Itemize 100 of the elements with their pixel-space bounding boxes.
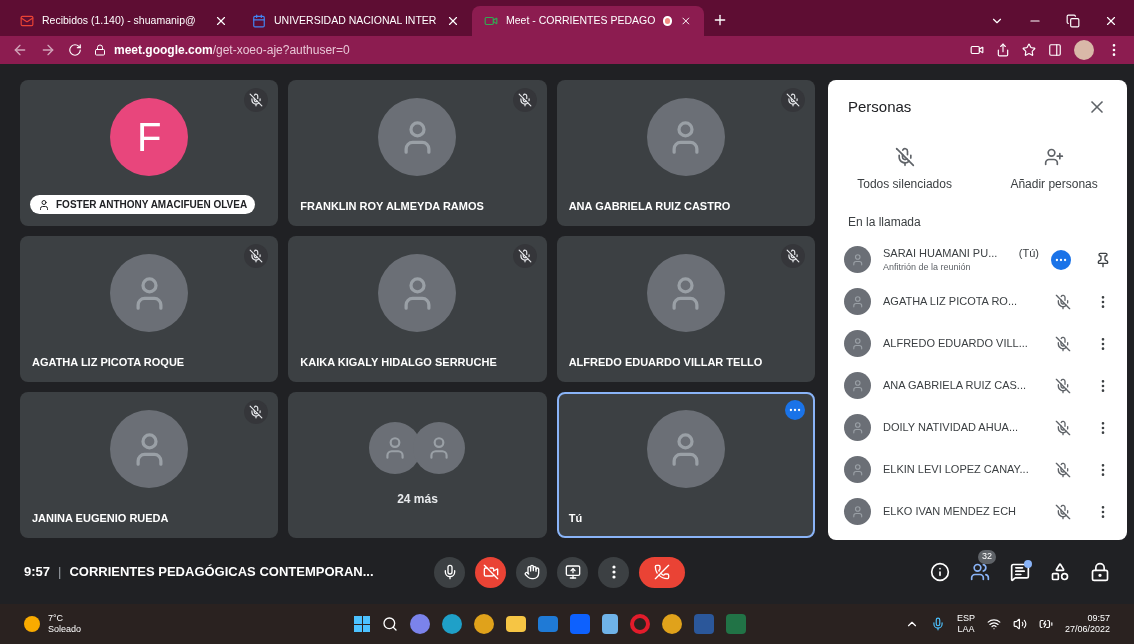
temperature: 7°C (48, 612, 65, 624)
participant-tile[interactable]: 24 más (288, 392, 547, 538)
participant-tile[interactable]: AGATHA LIZ PICOTA ROQUE (20, 236, 279, 382)
participant-name: AGATHA LIZ PICOTA ROQUE (32, 354, 185, 370)
clock-time: 09:57 (1087, 612, 1110, 624)
participant-tile[interactable]: F FOSTER ANTHONY AMACIFUEN OLVEA (20, 80, 279, 226)
weather-label: Soleado (48, 624, 82, 636)
meeting-time: 9:57 (24, 563, 51, 582)
forward-icon[interactable] (40, 42, 56, 58)
url-text: meet.google.com/get-xoeo-aje?authuser=0 (114, 42, 350, 59)
participant-row[interactable]: SARAI HUAMANI PU... (Tú) Anfitrión de la reunión (828, 238, 1127, 281)
camera-button[interactable] (475, 556, 506, 588)
add-people-button[interactable]: Añadir personas (1010, 146, 1098, 193)
participant-name: ALFREDO EDUARDO VILL... (883, 336, 1028, 352)
more-options-button[interactable] (785, 400, 805, 420)
video-icon (484, 14, 498, 28)
new-tab-icon[interactable] (712, 12, 728, 28)
avatar-photo-placeholder (844, 246, 871, 273)
participant-name: ANA GABRIELA RUIZ CAS... (883, 378, 1027, 394)
lock-icon (94, 44, 106, 56)
mail-app-icon[interactable] (538, 616, 558, 632)
tab-title: Meet - CORRIENTES PEDAGO (506, 13, 656, 29)
close-icon[interactable] (446, 14, 460, 28)
browser-app-icon[interactable] (474, 614, 494, 634)
folder-icon[interactable] (506, 616, 526, 632)
clock-date: 27/06/2022 (1064, 624, 1110, 636)
wifi-icon[interactable] (986, 617, 1001, 631)
participant-tile[interactable]: KAIKA KIGALY HIDALGO SERRUCHE (288, 236, 547, 382)
participant-row[interactable]: ELKIN LEVI LOPEZ CANAY... (828, 448, 1127, 491)
participant-row[interactable]: ALFREDO EDUARDO VILL... (828, 322, 1127, 365)
avatar-photo-placeholder (844, 414, 871, 441)
browser-tab[interactable]: Meet - CORRIENTES PEDAGO (472, 6, 704, 36)
participant-name: ALFREDO EDUARDO VILLAR TELLO (568, 354, 763, 370)
close-icon[interactable] (214, 14, 228, 28)
present-screen-button[interactable] (557, 556, 588, 588)
back-icon[interactable] (12, 42, 28, 58)
section-label: En la llamada (847, 213, 922, 231)
participant-tile[interactable]: Tú (556, 392, 815, 538)
battery-icon[interactable] (1038, 617, 1053, 631)
microphone-button[interactable] (434, 556, 465, 588)
participant-row[interactable]: ANA GABRIELA RUIZ CAS... (828, 364, 1127, 407)
ring-app-icon[interactable] (630, 614, 650, 634)
hand-icon (523, 564, 540, 580)
participant-name: ELKIN LEVI LOPEZ CANAY... (883, 462, 1029, 478)
info-icon[interactable] (930, 562, 950, 582)
people-icon[interactable] (970, 562, 990, 582)
browser-tab[interactable]: UNIVERSIDAD NACIONAL INTER (240, 6, 472, 36)
search-icon[interactable] (382, 616, 398, 632)
meeting-title: CORRIENTES PEDAGÓGICAS CONTEMPORAN... (69, 563, 374, 582)
host-controls-icon[interactable] (1090, 562, 1110, 582)
mail-icon (20, 14, 34, 28)
mic-icon[interactable] (930, 617, 945, 631)
share-icon[interactable] (996, 43, 1010, 57)
more-options-button[interactable] (598, 556, 629, 588)
side-panel-icon[interactable] (1048, 43, 1062, 57)
camera-icon[interactable] (970, 43, 984, 57)
participant-name: KAIKA KIGALY HIDALGO SERRUCHE (300, 354, 497, 370)
url-field[interactable]: meet.google.com/get-xoeo-aje?authuser=0 (94, 41, 958, 59)
mute-all-button[interactable]: Todos silenciados (857, 146, 952, 193)
participant-row[interactable]: ELKO IVAN MENDEZ ECH (828, 490, 1127, 533)
close-icon[interactable] (680, 14, 692, 28)
participant-name: ANA GABRIELA RUIZ CASTRO (568, 198, 731, 214)
notepad-icon[interactable] (602, 614, 618, 634)
chat-icon[interactable] (1010, 562, 1030, 582)
participant-row[interactable]: DOILY NATIVIDAD AHUA... (828, 406, 1127, 449)
raise-hand-button[interactable] (516, 556, 547, 588)
bookmark-star-icon[interactable] (1022, 43, 1036, 57)
activities-icon[interactable] (1050, 562, 1070, 582)
more-options-button[interactable] (1051, 249, 1071, 270)
tab-title: UNIVERSIDAD NACIONAL INTER (274, 13, 438, 29)
participant-name: FOSTER ANTHONY AMACIFUEN OLVEA (56, 198, 248, 212)
browser-app-icon[interactable] (442, 614, 462, 634)
browser-app-icon[interactable] (662, 614, 682, 634)
tab-title: Recibidos (1.140) - shuamanip@ (42, 13, 197, 29)
avatar-photo-placeholder (844, 498, 871, 525)
pin-icon[interactable] (1095, 251, 1111, 268)
browser-tab[interactable]: Recibidos (1.140) - shuamanip@ (8, 6, 240, 36)
participant-tile[interactable]: ANA GABRIELA RUIZ CASTRO (556, 80, 815, 226)
participant-name: JANINA EUGENIO RUEDA (32, 510, 169, 526)
avatar-photo-placeholder (844, 372, 871, 399)
participant-tile[interactable]: JANINA EUGENIO RUEDA (20, 392, 279, 538)
profile-avatar[interactable] (1074, 40, 1094, 60)
close-icon[interactable] (1104, 14, 1118, 28)
host-label: Anfitrión de la reunión (883, 261, 972, 274)
reload-icon[interactable] (68, 43, 82, 57)
hang-up-icon (654, 564, 670, 580)
muted-mic-icon (894, 146, 915, 167)
restore-icon[interactable] (1066, 14, 1080, 28)
participant-tile[interactable]: ALFREDO EDUARDO VILLAR TELLO (556, 236, 815, 382)
calendar-icon (252, 14, 266, 28)
participant-name: FRANKLIN ROY ALMEYDA RAMOS (300, 198, 484, 214)
volume-icon[interactable] (1012, 617, 1027, 631)
language-label: ESP (956, 612, 975, 624)
start-icon[interactable] (354, 616, 370, 632)
participant-row[interactable]: AGATHA LIZ PICOTA RO... (828, 280, 1127, 323)
more-participants-label: 24 más (397, 491, 438, 508)
leave-call-button[interactable] (639, 556, 685, 588)
participant-name: AGATHA LIZ PICOTA RO... (883, 294, 1018, 310)
participant-tile[interactable]: FRANKLIN ROY ALMEYDA RAMOS (288, 80, 547, 226)
chat-app-icon[interactable] (410, 614, 430, 634)
